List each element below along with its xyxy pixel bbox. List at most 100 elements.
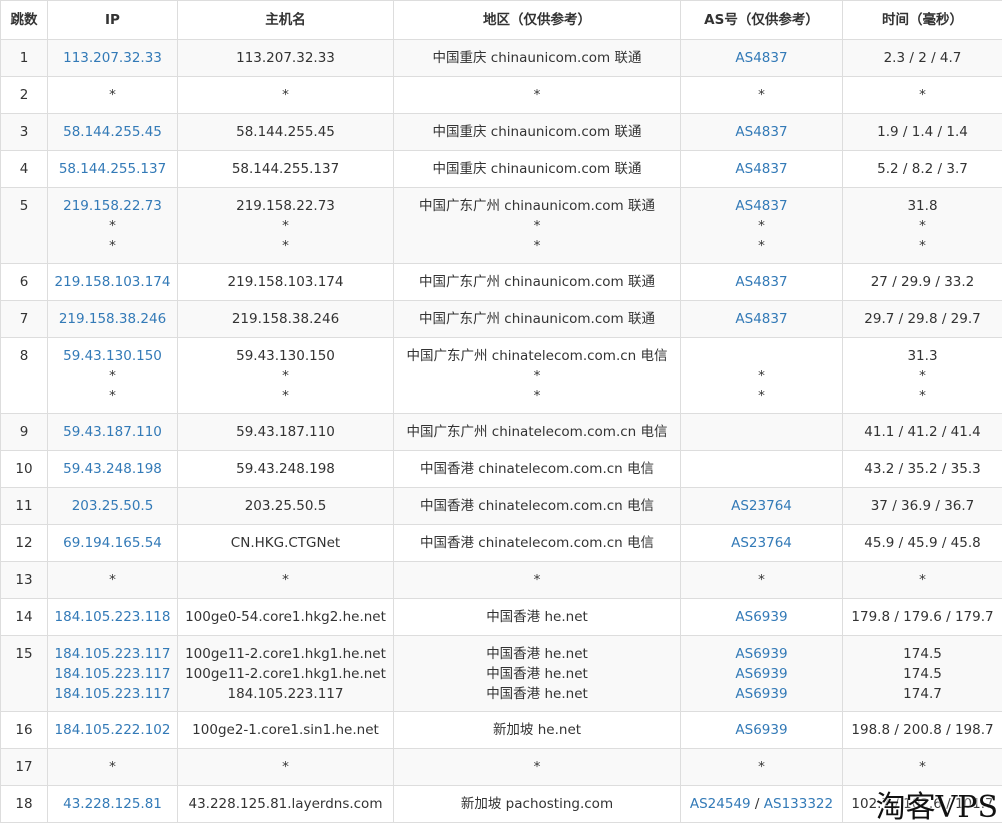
as-cell: AS4837 [681, 264, 843, 301]
table-row: 959.43.187.11059.43.187.110中国广东广州 chinat… [1, 414, 1002, 451]
ip-link[interactable]: 58.144.255.137 [50, 159, 175, 179]
host-value: 100ge2-1.core1.sin1.he.net [180, 720, 391, 740]
table-row: 16184.105.222.102100ge2-1.core1.sin1.he.… [1, 712, 1002, 749]
region-cell: 中国广东广州 chinaunicom.com 联通 [394, 301, 681, 338]
as-separator: / [751, 796, 764, 812]
as-link[interactable]: AS6939 [683, 664, 840, 684]
region-cell: 中国广东广州 chinatelecom.com.cn 电信 [394, 414, 681, 451]
as-link[interactable]: AS4837 [683, 48, 840, 68]
as-link[interactable]: AS133322 [764, 796, 833, 812]
time-value: * [845, 570, 1000, 590]
ip-cell: 69.194.165.54 [48, 525, 178, 562]
table-row: 14184.105.223.118100ge0-54.core1.hkg2.he… [1, 599, 1002, 636]
time-value: * [845, 216, 1000, 236]
as-value [683, 346, 840, 366]
ip-link[interactable]: 69.194.165.54 [50, 533, 175, 553]
as-cell: AS6939AS6939AS6939 [681, 636, 843, 712]
time-value: 198.8 / 200.8 / 198.7 [845, 720, 1000, 740]
ip-link[interactable]: 203.25.50.5 [50, 496, 175, 516]
host-value: 59.43.130.150 [180, 346, 391, 366]
hostname-cell: 43.228.125.81.layerdns.com [178, 786, 394, 823]
ip-cell: 59.43.130.150** [48, 338, 178, 414]
region-value: 中国香港 chinatelecom.com.cn 电信 [396, 459, 678, 479]
ip-link[interactable]: 219.158.22.73 [50, 196, 175, 216]
host-value: 100ge11-2.core1.hkg1.he.net [180, 644, 391, 664]
time-value: 43.2 / 35.2 / 35.3 [845, 459, 1000, 479]
ip-link[interactable]: 58.144.255.45 [50, 122, 175, 142]
region-cell: 中国广东广州 chinaunicom.com 联通** [394, 188, 681, 264]
ip-link[interactable]: 113.207.32.33 [50, 48, 175, 68]
as-link[interactable]: AS4837 [683, 309, 840, 329]
as-link[interactable]: AS4837 [683, 159, 840, 179]
as-link[interactable]: AS23764 [683, 496, 840, 516]
ip-link[interactable]: 184.105.223.117 [50, 664, 175, 684]
time-value: 5.2 / 8.2 / 3.7 [845, 159, 1000, 179]
host-value: * [180, 757, 391, 777]
header-time: 时间（毫秒） [843, 1, 1002, 40]
table-row: 1843.228.125.8143.228.125.81.layerdns.co… [1, 786, 1002, 823]
as-link[interactable]: AS6939 [683, 720, 840, 740]
hostname-cell: 203.25.50.5 [178, 488, 394, 525]
region-cell: * [394, 77, 681, 114]
host-value: 100ge11-2.core1.hkg1.he.net [180, 664, 391, 684]
ip-link[interactable]: 184.105.223.117 [50, 644, 175, 664]
ip-link[interactable]: 43.228.125.81 [50, 794, 175, 814]
as-link[interactable]: AS6939 [683, 684, 840, 704]
ip-link[interactable]: 184.105.223.117 [50, 684, 175, 704]
time-value: 179.8 / 179.6 / 179.7 [845, 607, 1000, 627]
host-value: 59.43.248.198 [180, 459, 391, 479]
as-link[interactable]: AS6939 [683, 607, 840, 627]
as-cell: * [681, 562, 843, 599]
time-value: * [845, 757, 1000, 777]
region-value: 中国香港 he.net [396, 684, 678, 704]
region-cell: 中国香港 chinatelecom.com.cn 电信 [394, 488, 681, 525]
time-cell: * [843, 562, 1002, 599]
table-row: 11203.25.50.5203.25.50.5中国香港 chinateleco… [1, 488, 1002, 525]
as-link[interactable]: AS4837 [683, 196, 840, 216]
hop-cell: 15 [1, 636, 48, 712]
region-cell: 中国香港 he.net中国香港 he.net中国香港 he.net [394, 636, 681, 712]
time-value: 37 / 36.9 / 36.7 [845, 496, 1000, 516]
host-value: * [180, 85, 391, 105]
hostname-cell: 58.144.255.45 [178, 114, 394, 151]
region-value: 中国重庆 chinaunicom.com 联通 [396, 159, 678, 179]
ip-link[interactable]: 59.43.130.150 [50, 346, 175, 366]
hop-cell: 17 [1, 749, 48, 786]
hostname-cell: 113.207.32.33 [178, 40, 394, 77]
as-cell: AS6939 [681, 712, 843, 749]
ip-link[interactable]: 219.158.103.174 [50, 272, 175, 292]
time-cell: 198.8 / 200.8 / 198.7 [843, 712, 1002, 749]
ip-cell: 203.25.50.5 [48, 488, 178, 525]
hostname-cell: * [178, 77, 394, 114]
as-link[interactable]: AS23764 [683, 533, 840, 553]
hostname-cell: 100ge11-2.core1.hkg1.he.net100ge11-2.cor… [178, 636, 394, 712]
table-row: 358.144.255.4558.144.255.45中国重庆 chinauni… [1, 114, 1002, 151]
hop-cell: 16 [1, 712, 48, 749]
region-cell: 中国广东广州 chinaunicom.com 联通 [394, 264, 681, 301]
hop-cell: 18 [1, 786, 48, 823]
time-value: * [845, 236, 1000, 256]
ip-link[interactable]: 184.105.223.118 [50, 607, 175, 627]
hop-cell: 13 [1, 562, 48, 599]
as-link[interactable]: AS24549 [690, 796, 751, 812]
hostname-cell: 100ge2-1.core1.sin1.he.net [178, 712, 394, 749]
table-row: 13***** [1, 562, 1002, 599]
host-value: 58.144.255.45 [180, 122, 391, 142]
host-value: * [180, 236, 391, 256]
time-value: 2.3 / 2 / 4.7 [845, 48, 1000, 68]
ip-link[interactable]: 184.105.222.102 [50, 720, 175, 740]
as-link[interactable]: AS6939 [683, 644, 840, 664]
hop-cell: 2 [1, 77, 48, 114]
time-cell: 41.1 / 41.2 / 41.4 [843, 414, 1002, 451]
region-cell: 新加坡 he.net [394, 712, 681, 749]
as-link[interactable]: AS4837 [683, 272, 840, 292]
ip-cell: * [48, 562, 178, 599]
table-row: 1269.194.165.54CN.HKG.CTGNet中国香港 chinate… [1, 525, 1002, 562]
as-link[interactable]: AS4837 [683, 122, 840, 142]
host-value: * [180, 386, 391, 406]
ip-link[interactable]: 59.43.187.110 [50, 422, 175, 442]
ip-link[interactable]: 219.158.38.246 [50, 309, 175, 329]
region-cell: 中国重庆 chinaunicom.com 联通 [394, 40, 681, 77]
ip-link[interactable]: 59.43.248.198 [50, 459, 175, 479]
region-value: * [396, 216, 678, 236]
